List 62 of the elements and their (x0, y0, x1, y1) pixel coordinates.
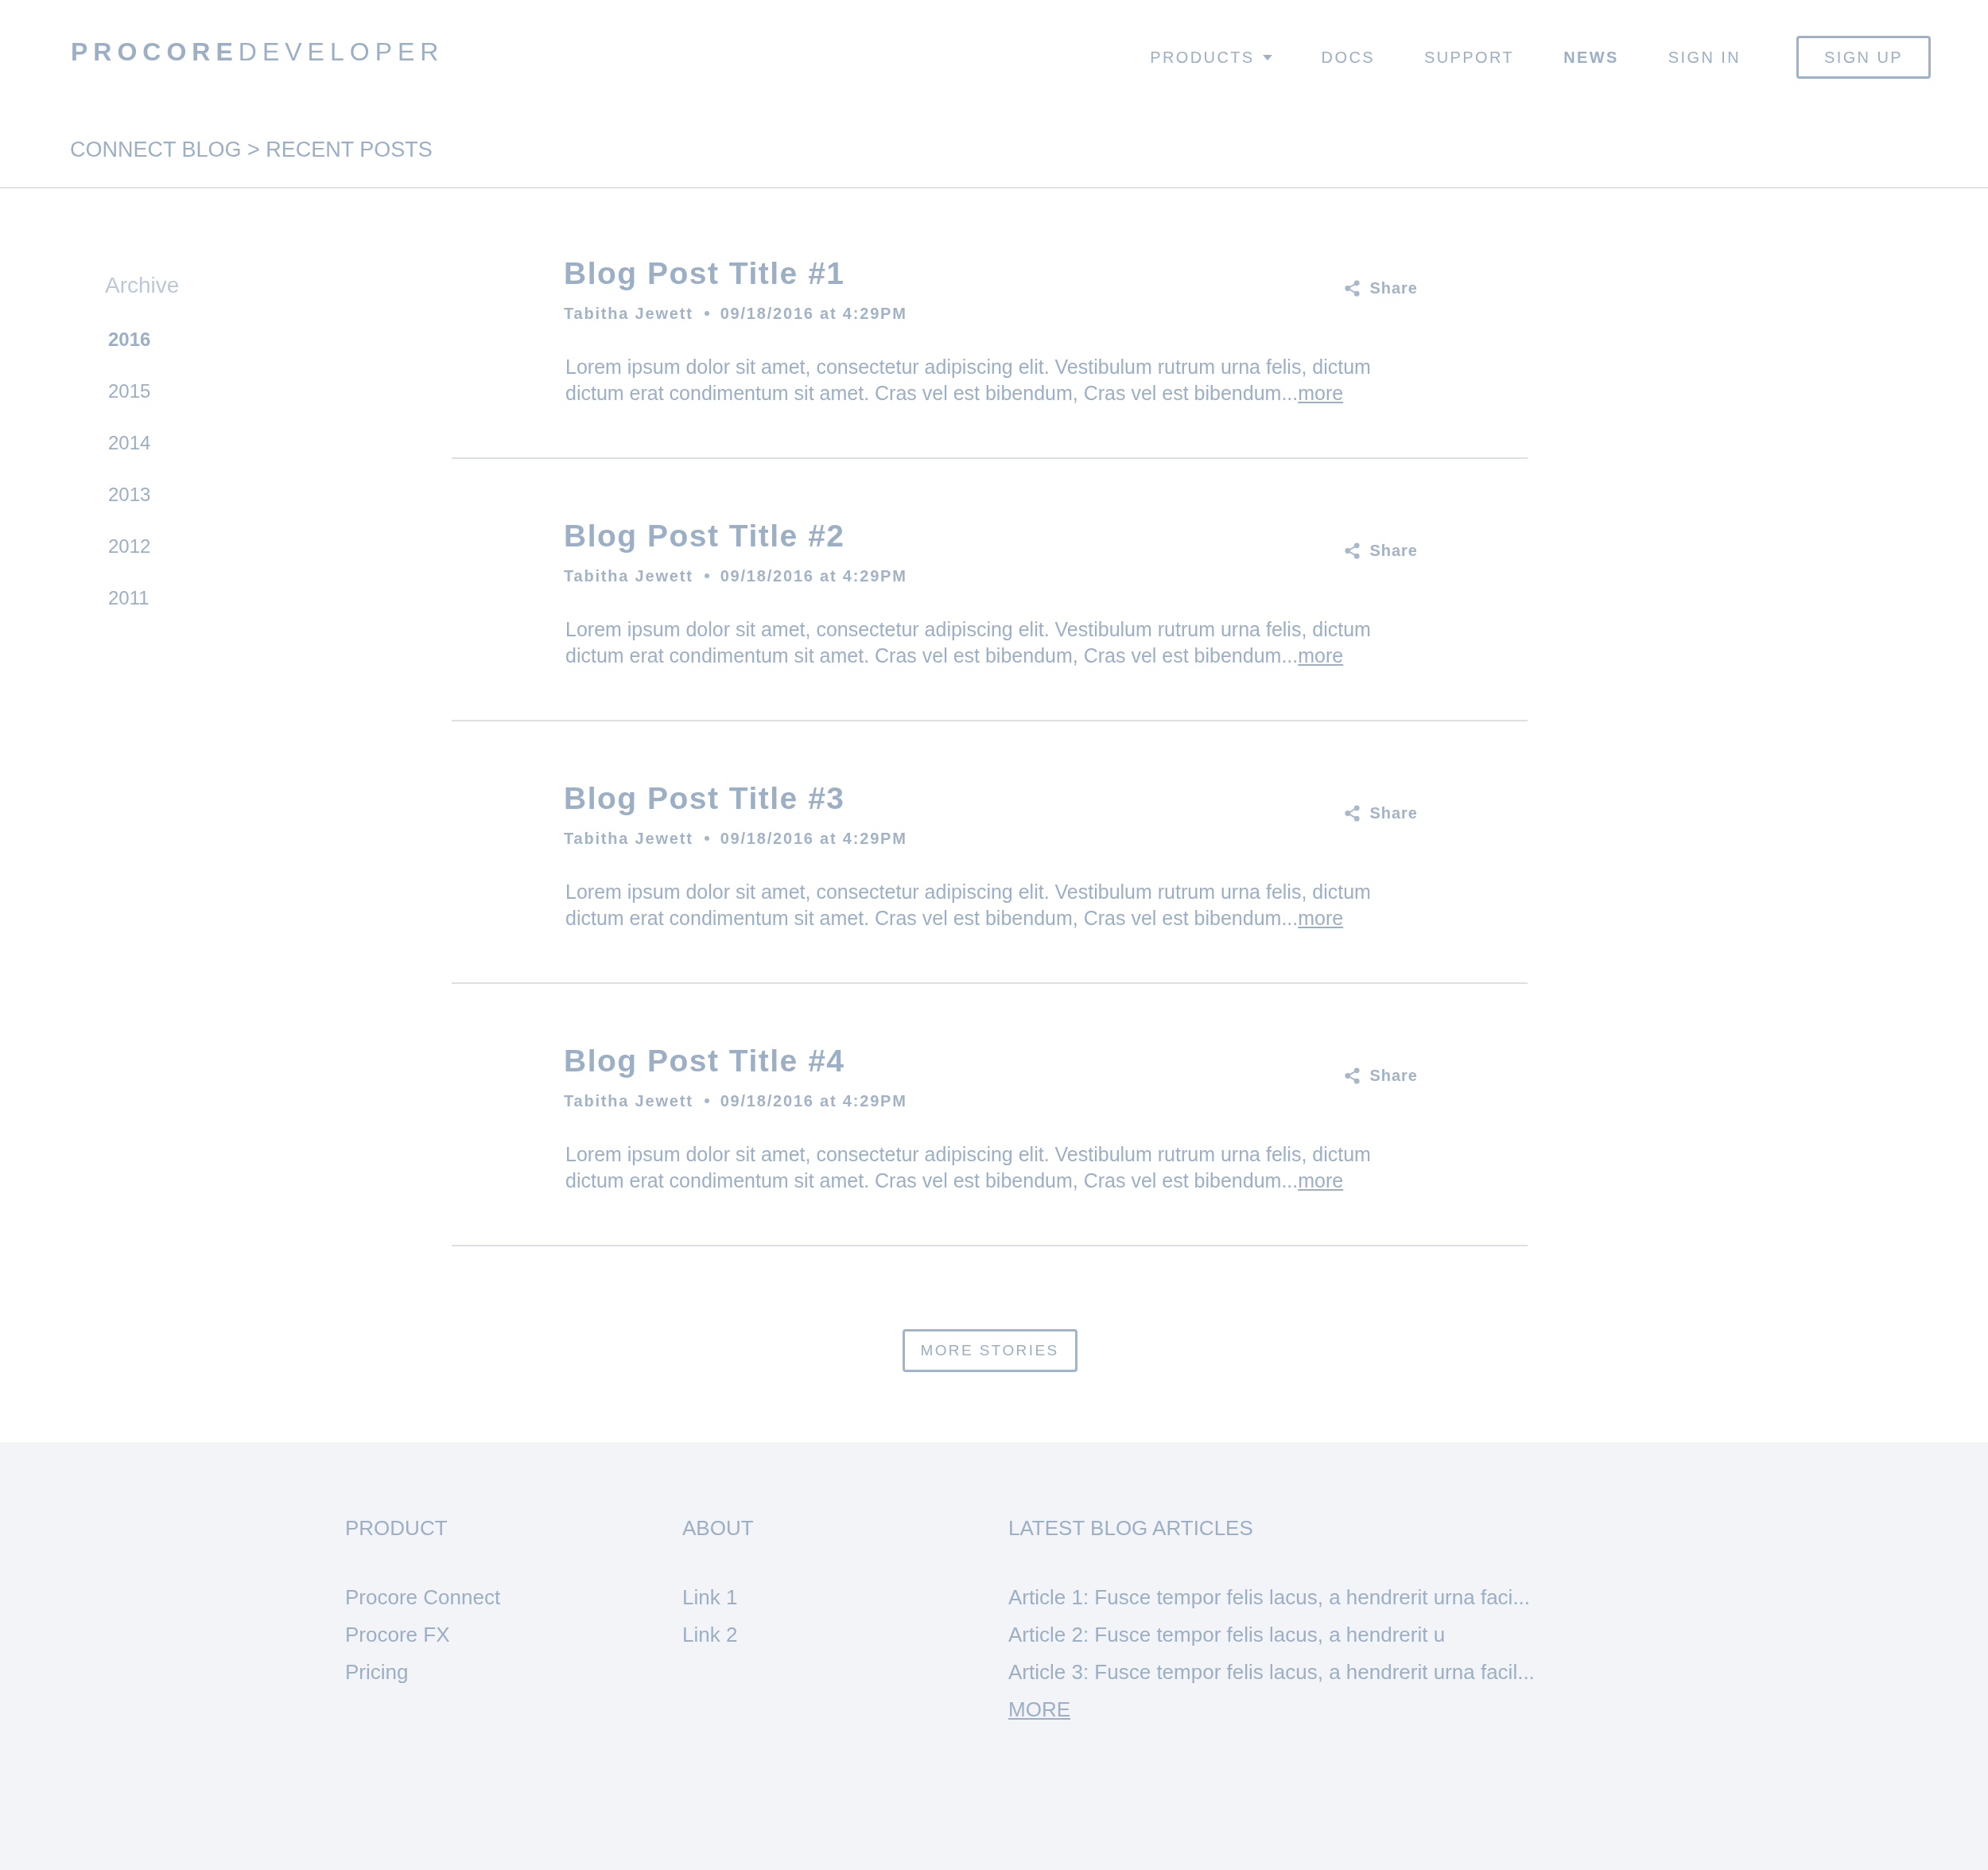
post-excerpt: Lorem ipsum dolor sit amet, consectetur adipiscing elit. Vestibulum rutrum urna felis, dictum dictum erat condimentum sit amet. Cras vel est bibendum, Cras vel est bibendum...more (565, 880, 1372, 931)
archive-year-link[interactable]: 2014 (108, 430, 151, 456)
archive-year-link[interactable]: 2012 (108, 534, 151, 559)
post-author: Tabitha Jewett (564, 566, 693, 586)
post-title[interactable]: Blog Post Title #3 (564, 779, 845, 818)
nav-link[interactable]: SUPPORT (1424, 46, 1515, 68)
post-author: Tabitha Jewett (564, 829, 693, 849)
post-title[interactable]: Blog Post Title #1 (564, 254, 845, 294)
bullet-icon (704, 573, 709, 578)
breadcrumb[interactable]: CONNECT BLOG > RECENT POSTS (70, 138, 433, 161)
more-stories-button[interactable]: MORE STORIES (902, 1329, 1077, 1372)
post-excerpt: Lorem ipsum dolor sit amet, consectetur adipiscing elit. Vestibulum rutrum urna felis, dictum dictum erat condimentum sit amet. Cras vel est bibendum, Cras vel est bibendum...more (565, 1142, 1372, 1193)
footer-link[interactable]: Pricing (345, 1654, 409, 1691)
nav-link[interactable]: PRODUCTS (1150, 46, 1272, 68)
footer-link[interactable]: Procore FX (345, 1616, 450, 1654)
post-title[interactable]: Blog Post Title #2 (564, 516, 845, 556)
footer-link[interactable]: Link 2 (682, 1616, 738, 1654)
nav-link[interactable]: SIGN IN (1668, 46, 1741, 68)
footer-link[interactable]: Article 1: Fusce tempor felis lacus, a hendrerit urna faci... (1008, 1579, 1531, 1616)
post-date: 09/18/2016 at 4:29PM (720, 1091, 907, 1111)
bullet-icon (704, 836, 709, 841)
share-button[interactable]: Share (1345, 278, 1418, 298)
read-more-link[interactable]: more (1298, 1169, 1344, 1192)
share-button[interactable]: Share (1345, 1065, 1418, 1086)
footer-link[interactable]: Procore Connect (345, 1579, 501, 1616)
post-date: 09/18/2016 at 4:29PM (720, 829, 907, 849)
bullet-icon (704, 1098, 709, 1103)
archive-heading: Archive (105, 272, 180, 299)
post-date: 09/18/2016 at 4:29PM (720, 566, 907, 586)
post-excerpt: Lorem ipsum dolor sit amet, consectetur adipiscing elit. Vestibulum rutrum urna felis, dictum dictum erat condimentum sit amet. Cras vel est bibendum, Cras vel est bibendum...more (565, 617, 1372, 668)
sign-up-button[interactable]: SIGN UP (1796, 36, 1931, 79)
post-author: Tabitha Jewett (564, 304, 693, 324)
share-icon (1345, 804, 1361, 822)
caret-down-icon (1262, 54, 1272, 60)
post-excerpt: Lorem ipsum dolor sit amet, consectetur adipiscing elit. Vestibulum rutrum urna felis, dictum dictum erat condimentum sit amet. Cras vel est bibendum, Cras vel est bibendum...more (565, 355, 1372, 406)
share-icon (1345, 542, 1361, 559)
nav-link[interactable]: DOCS (1321, 46, 1375, 68)
archive-year-link[interactable]: 2013 (108, 482, 151, 507)
footer-link[interactable]: Article 3: Fusce tempor felis lacus, a hendrerit urna facil... (1008, 1654, 1535, 1691)
archive-year-link[interactable]: 2011 (108, 585, 149, 611)
logo-product-text[interactable]: DEVELOPER (238, 36, 445, 68)
share-icon (1345, 279, 1361, 297)
footer-heading: LATEST BLOG ARTICLES (1008, 1515, 1253, 1541)
bullet-icon (704, 311, 709, 316)
nav-link[interactable]: NEWS (1563, 46, 1619, 68)
post-title[interactable]: Blog Post Title #4 (564, 1041, 845, 1081)
share-icon (1345, 1067, 1361, 1084)
share-button[interactable]: Share (1345, 540, 1418, 561)
read-more-link[interactable]: more (1298, 382, 1344, 404)
logo-brand-text[interactable]: PROCORE (71, 36, 239, 68)
archive-year-link[interactable]: 2015 (108, 379, 151, 404)
post-date: 09/18/2016 at 4:29PM (720, 304, 907, 324)
footer-more-link[interactable]: MORE (1008, 1691, 1070, 1728)
read-more-link[interactable]: more (1298, 644, 1344, 667)
footer-link[interactable]: Article 2: Fusce tempor felis lacus, a hendrerit u (1008, 1616, 1446, 1654)
footer-heading: PRODUCT (345, 1515, 448, 1541)
footer-link[interactable]: Link 1 (682, 1579, 738, 1616)
post-author: Tabitha Jewett (564, 1091, 693, 1111)
read-more-link[interactable]: more (1298, 907, 1344, 929)
share-button[interactable]: Share (1345, 803, 1418, 823)
archive-year-link[interactable]: 2016 (108, 327, 151, 352)
footer-heading: ABOUT (682, 1515, 754, 1541)
